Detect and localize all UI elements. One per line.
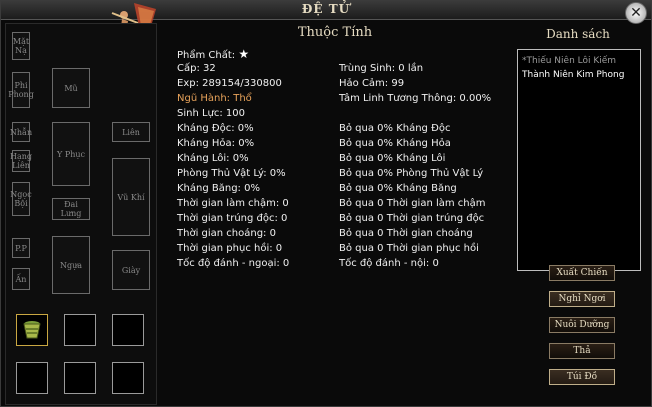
attribute-row-left: Cấp: 32	[177, 63, 216, 74]
attribute-row-right: Bỏ qua 0% Kháng Hỏa	[339, 138, 451, 149]
attribute-row-right: Tốc độ đánh - nội: 0	[339, 258, 439, 269]
attribute-row-left: Sinh Lực: 100	[177, 108, 246, 119]
rest-button[interactable]: Nghỉ Ngơi	[549, 291, 615, 307]
armor-slot[interactable]: Y Phục	[52, 122, 90, 186]
deploy-button[interactable]: Xuất Chiến	[549, 265, 615, 281]
attribute-row-right: Bỏ qua 0 Thời gian phục hồi	[339, 243, 479, 254]
inventory-slot[interactable]	[16, 314, 48, 346]
attribute-row-right: Hảo Cảm: 99	[339, 78, 405, 89]
necklace-slot-label: Hạng Liên	[9, 152, 33, 170]
window-title: ĐỆ TỬ	[301, 2, 351, 16]
bag-button[interactable]: Túi Đồ	[549, 369, 615, 385]
attribute-row-left: Tốc độ đánh - ngoại: 0	[177, 258, 290, 269]
belt-slot-label: Đai Lưng	[60, 200, 82, 218]
pp-slot[interactable]: P.P	[12, 238, 30, 258]
shoes-slot[interactable]: Giày	[112, 250, 150, 290]
list-item[interactable]: *Thiếu Niên Lôi Kiếm	[522, 54, 636, 68]
cloak-slot-label: Phi Phong	[8, 81, 34, 99]
seal-slot[interactable]: Ấn	[12, 268, 30, 290]
inventory-slot[interactable]	[64, 314, 96, 346]
horse-slot-label: Ngựa	[59, 260, 83, 270]
ring-slot[interactable]: Nhẫn	[9, 122, 33, 142]
inventory-slot[interactable]	[64, 362, 96, 394]
attribute-row-right: Bỏ qua 0% Kháng Độc	[339, 123, 451, 134]
equipment-panel: Mặt Nạ Phi Phong Nhẫn Hạng Liên Ngọc Bội…	[5, 23, 157, 405]
title-bar: ĐỆ TỬ ✕	[1, 1, 651, 24]
quality-row: Phẩm Chất: ★	[177, 47, 249, 61]
talisman-slot-label: Liên	[122, 127, 140, 137]
list-item[interactable]: Thành Niên Kim Phong	[522, 68, 636, 82]
pp-slot-label: P.P	[15, 243, 27, 253]
attribute-row-left: Thời gian choáng: 0	[177, 228, 276, 239]
attribute-row-left: Kháng Lôi: 0%	[177, 153, 249, 164]
attribute-row-right: Bỏ qua 0 Thời gian choáng	[339, 228, 473, 239]
attributes-panel: Thuộc Tính Phẩm Chất: ★ Cấp: 32 Exp: 2891…	[161, 23, 509, 403]
disciple-list-panel: Danh sách *Thiếu Niên Lôi Kiếm Thành Niê…	[513, 23, 649, 403]
ring-slot-label: Nhẫn	[9, 127, 33, 137]
bucket-item-icon	[22, 320, 42, 340]
attribute-row-left: Kháng Hỏa: 0%	[177, 138, 255, 149]
attribute-row-right: Bỏ qua 0% Phòng Thủ Vật Lý	[339, 168, 484, 179]
hat-slot-label: Mũ	[64, 83, 78, 93]
hat-slot[interactable]: Mũ	[52, 68, 90, 108]
jade-slot-label: Ngọc Bội	[10, 190, 32, 208]
shoes-slot-label: Giày	[121, 265, 141, 275]
inventory-slot[interactable]	[16, 362, 48, 394]
attributes-title: Thuộc Tính	[297, 25, 373, 40]
seal-slot-label: Ấn	[15, 274, 27, 284]
disciple-window: ĐỆ TỬ ✕ Mặt Nạ Phi Phong Nhẫn Hạng Liên …	[0, 0, 652, 407]
belt-slot[interactable]: Đai Lưng	[52, 198, 90, 220]
horse-slot[interactable]: Ngựa	[52, 236, 90, 294]
weapon-slot[interactable]: Vũ Khí	[112, 158, 150, 236]
quality-label: Phẩm Chất:	[177, 50, 236, 61]
attribute-row-left: Phòng Thủ Vật Lý: 0%	[177, 168, 286, 179]
attribute-row-left: Thời gian trúng độc: 0	[177, 213, 288, 224]
attribute-row-left: Thời gian làm chậm: 0	[177, 198, 289, 209]
attribute-row-right: Bỏ qua 0% Kháng Lôi	[339, 153, 446, 164]
talisman-slot[interactable]: Liên	[112, 122, 150, 142]
necklace-slot[interactable]: Hạng Liên	[9, 150, 33, 172]
attribute-row-right: Trùng Sinh: 0 lần	[339, 63, 424, 74]
attribute-row-left: Thời gian phục hồi: 0	[177, 243, 283, 254]
armor-slot-label: Y Phục	[57, 149, 85, 159]
attribute-row-left: Ngũ Hành: Thổ	[177, 93, 252, 104]
release-button[interactable]: Thả	[549, 343, 615, 359]
attribute-row-right: Bỏ qua 0 Thời gian trúng độc	[339, 213, 485, 224]
inventory-slot[interactable]	[112, 314, 144, 346]
attribute-row-right: Bỏ qua 0 Thời gian làm chậm	[339, 198, 486, 209]
disciple-list: *Thiếu Niên Lôi Kiếm Thành Niên Kim Phon…	[517, 49, 641, 271]
attribute-row-left: Kháng Độc: 0%	[177, 123, 254, 134]
cloak-slot[interactable]: Phi Phong	[8, 72, 34, 108]
star-icon: ★	[238, 47, 250, 61]
attribute-row-right: Tâm Linh Tương Thông: 0.00%	[339, 93, 492, 104]
inventory-slot[interactable]	[112, 362, 144, 394]
attribute-row-right: Bỏ qua 0% Kháng Băng	[339, 183, 457, 194]
list-title: Danh sách	[546, 27, 610, 41]
mask-slot-label: Mặt Nạ	[12, 37, 30, 55]
attribute-row-left: Kháng Băng: 0%	[177, 183, 260, 194]
mask-slot[interactable]: Mặt Nạ	[12, 32, 30, 60]
weapon-slot-label: Vũ Khí	[117, 192, 145, 202]
nurture-button[interactable]: Nuôi Dưỡng	[549, 317, 615, 333]
close-button[interactable]: ✕	[625, 2, 647, 24]
attribute-row-left: Exp: 289154/330800	[177, 78, 282, 89]
jade-slot[interactable]: Ngọc Bội	[10, 182, 32, 216]
